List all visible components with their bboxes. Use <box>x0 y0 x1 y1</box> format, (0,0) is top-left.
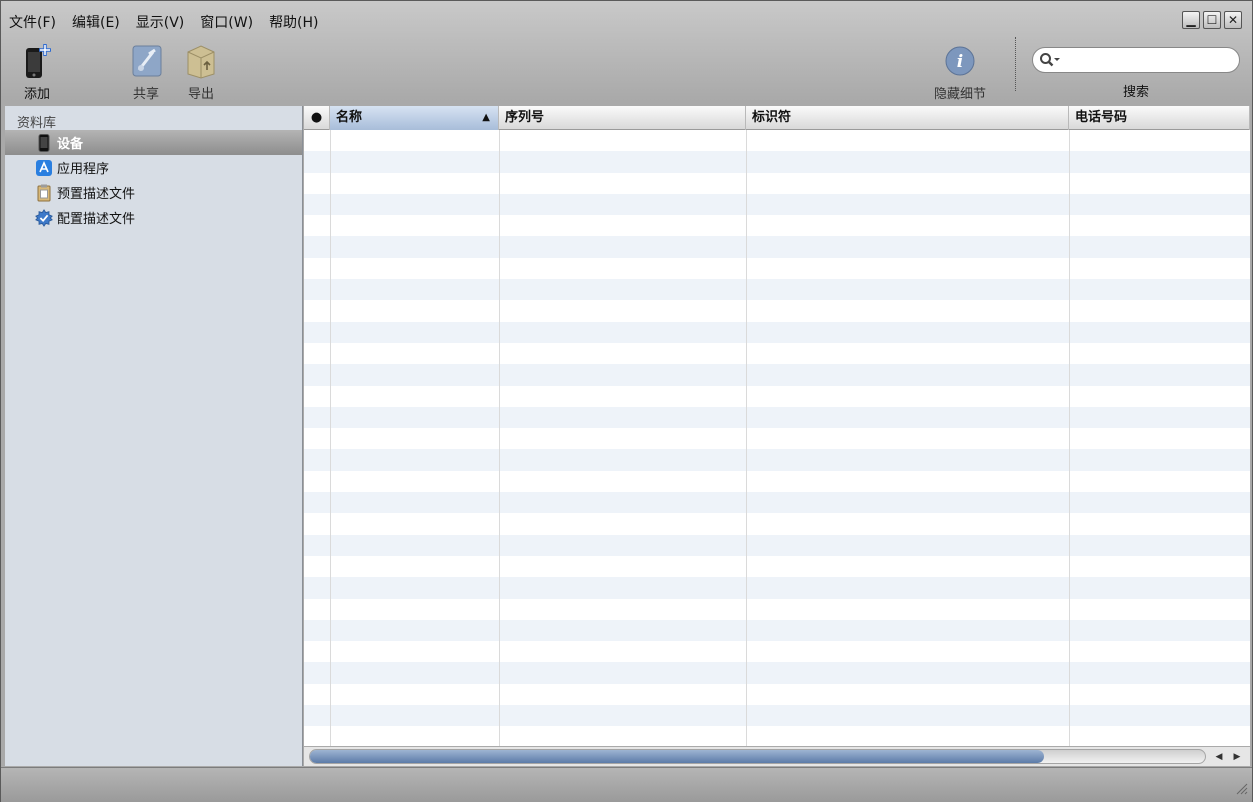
column-divider <box>330 130 331 746</box>
column-header-identifier[interactable]: 标识符 <box>746 106 1069 130</box>
empty-table-row <box>304 151 1250 173</box>
empty-table-row <box>304 619 1250 642</box>
empty-table-row <box>304 662 1250 684</box>
minimize-button[interactable]: ▁ <box>1182 11 1200 29</box>
library-sidebar: 资料库 设备 应用程序 预置描述文件 配置描述文件 <box>5 106 303 766</box>
empty-table-row <box>304 492 1250 514</box>
empty-table-row <box>304 193 1250 216</box>
column-header-serial[interactable]: 序列号 <box>499 106 746 130</box>
export-button[interactable]: 导出 <box>173 41 229 102</box>
app-store-icon <box>35 159 53 177</box>
search-icon <box>1039 52 1061 71</box>
empty-table-row <box>304 513 1250 535</box>
scroll-right-icon[interactable]: ▶ <box>1230 750 1244 764</box>
table-header: ● 名称 ▲ 序列号 标识符 电话号码 <box>304 106 1250 130</box>
empty-table-row <box>304 342 1250 365</box>
share-icon <box>118 41 174 81</box>
empty-table-row <box>304 534 1250 556</box>
menu-view[interactable]: 显示(V) <box>136 12 185 32</box>
empty-table-row <box>304 726 1250 746</box>
toolbar-divider <box>1015 37 1016 91</box>
horizontal-scrollbar[interactable]: ◀ ▶ <box>304 746 1250 766</box>
sidebar-item-provisioning-profiles[interactable]: 预置描述文件 <box>5 180 302 205</box>
scrollbar-track[interactable] <box>309 749 1206 764</box>
empty-table-row <box>304 172 1250 194</box>
search-input[interactable] <box>1063 51 1231 69</box>
empty-table-row <box>304 279 1250 301</box>
menu-bar: 文件(F) 编辑(E) 显示(V) 窗口(W) 帮助(H) <box>9 9 319 35</box>
empty-table-row <box>304 705 1250 727</box>
share-button[interactable]: 共享 <box>118 41 174 102</box>
provisioning-profile-icon <box>35 184 53 202</box>
empty-table-row <box>304 555 1250 578</box>
sort-ascending-icon: ▲ <box>482 112 490 123</box>
sidebar-item-devices[interactable]: 设备 <box>5 130 302 155</box>
sidebar-item-label: 应用程序 <box>57 162 110 177</box>
empty-table-row <box>304 428 1250 450</box>
sidebar-item-label: 设备 <box>57 137 84 152</box>
toolbar: 添加 共享 导出 i 隐藏细节 搜索 <box>1 37 1252 103</box>
empty-table-row <box>304 470 1250 493</box>
maximize-button[interactable]: ☐ <box>1203 11 1221 29</box>
scroll-left-icon[interactable]: ◀ <box>1212 750 1226 764</box>
column-header-name-label: 名称 <box>336 110 363 125</box>
export-box-icon <box>173 41 229 81</box>
empty-table-row <box>304 577 1250 599</box>
iphone-icon <box>35 133 53 152</box>
window-controls: ▁ ☐ ✕ <box>1182 11 1242 29</box>
search-label: 搜索 <box>1122 85 1149 100</box>
library-header: 资料库 <box>17 116 57 131</box>
empty-table-row <box>304 449 1250 471</box>
info-icon: i <box>929 41 991 81</box>
empty-table-row <box>304 385 1250 407</box>
empty-table-row <box>304 236 1250 258</box>
add-label: 添加 <box>23 87 50 102</box>
empty-table-row <box>304 130 1250 152</box>
table-rows <box>304 130 1250 746</box>
empty-table-row <box>304 321 1250 343</box>
sidebar-item-label: 预置描述文件 <box>57 187 136 202</box>
close-button[interactable]: ✕ <box>1224 11 1242 29</box>
column-header-phone[interactable]: 电话号码 <box>1069 106 1250 130</box>
column-header-status[interactable]: ● <box>304 106 330 130</box>
menu-file[interactable]: 文件(F) <box>9 12 56 32</box>
column-divider <box>1069 130 1070 746</box>
empty-table-row <box>304 300 1250 322</box>
sidebar-item-configuration-profiles[interactable]: 配置描述文件 <box>5 205 302 230</box>
scrollbar-thumb[interactable] <box>310 750 1044 763</box>
configuration-profile-icon <box>35 208 53 227</box>
share-label: 共享 <box>132 87 159 102</box>
main-window: 文件(F) 编辑(E) 显示(V) 窗口(W) 帮助(H) ▁ ☐ ✕ 添加 共… <box>0 0 1253 802</box>
empty-table-row <box>304 215 1250 237</box>
menu-help[interactable]: 帮助(H) <box>269 12 318 32</box>
add-button[interactable]: 添加 <box>9 41 65 102</box>
empty-table-row <box>304 257 1250 280</box>
empty-table-row <box>304 364 1250 386</box>
menu-window[interactable]: 窗口(W) <box>200 12 253 32</box>
empty-table-row <box>304 683 1250 706</box>
add-device-icon <box>9 41 65 81</box>
empty-table-row <box>304 641 1250 663</box>
empty-table-row <box>304 598 1250 620</box>
empty-table-row <box>304 406 1250 429</box>
menu-edit[interactable]: 编辑(E) <box>72 12 120 32</box>
hide-details-button[interactable]: i 隐藏细节 <box>929 41 991 102</box>
sidebar-item-label: 配置描述文件 <box>57 212 136 227</box>
sidebar-item-applications[interactable]: 应用程序 <box>5 155 302 180</box>
export-label: 导出 <box>187 87 214 102</box>
search-field[interactable] <box>1032 47 1240 73</box>
resize-grip-icon[interactable] <box>1234 781 1248 798</box>
column-header-name[interactable]: 名称 ▲ <box>330 106 499 130</box>
column-divider <box>499 130 500 746</box>
device-table: ● 名称 ▲ 序列号 标识符 电话号码 <box>304 106 1250 746</box>
column-divider <box>746 130 747 746</box>
svg-text:i: i <box>957 52 963 72</box>
hide-details-label: 隐藏细节 <box>933 87 986 102</box>
status-bar <box>1 767 1252 802</box>
